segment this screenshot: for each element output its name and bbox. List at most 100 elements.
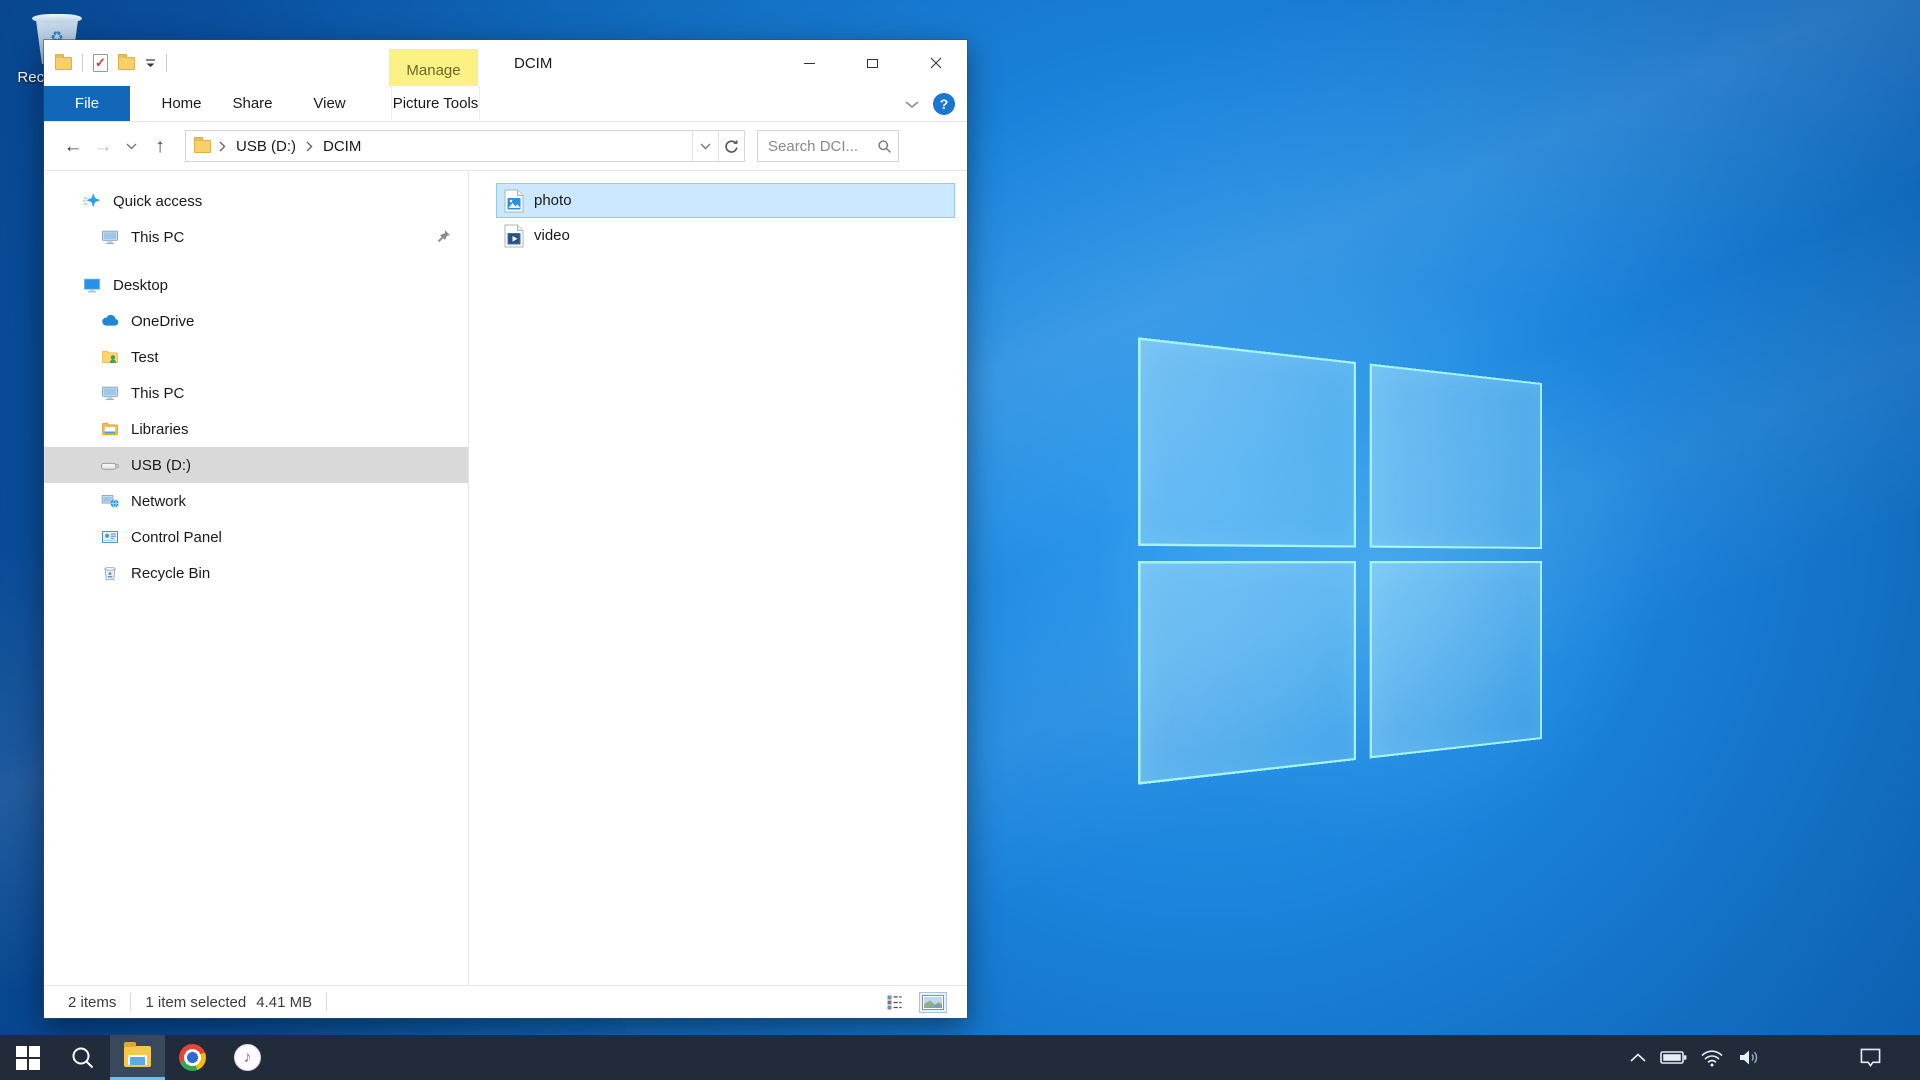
action-center-icon[interactable]	[1859, 1047, 1882, 1068]
sidebar-item-desktop[interactable]: Desktop	[44, 267, 468, 303]
tab-file[interactable]: File	[44, 86, 130, 121]
item-count: 2 items	[68, 994, 116, 1011]
recent-locations-chevron-icon[interactable]	[126, 143, 137, 150]
taskbar-file-explorer-button[interactable]	[110, 1035, 165, 1080]
file-list: photo video	[469, 171, 967, 985]
windows-logo-pane	[1370, 561, 1542, 758]
pin-icon	[435, 228, 452, 245]
volume-icon[interactable]	[1737, 1048, 1761, 1067]
sidebar-item-label: Network	[131, 493, 186, 510]
selection-size: 4.41 MB	[256, 994, 312, 1011]
back-button[interactable]: ←	[58, 137, 88, 156]
help-icon: ?	[940, 96, 949, 112]
sidebar-item-this-pc[interactable]: This PC	[44, 375, 468, 411]
close-button[interactable]	[904, 40, 967, 86]
divider	[82, 54, 83, 72]
customize-qat-caret-icon[interactable]	[145, 59, 156, 68]
help-button[interactable]: ?	[933, 93, 955, 115]
divider	[326, 993, 327, 1011]
sidebar-item-label: This PC	[131, 229, 184, 246]
battery-icon[interactable]	[1660, 1050, 1687, 1065]
user-folder-icon	[100, 347, 120, 367]
details-view-button[interactable]	[886, 994, 903, 1011]
search-input[interactable]	[768, 138, 877, 155]
explorer-window-icon	[55, 57, 72, 70]
address-bar[interactable]: USB (D:) DCIM	[185, 130, 745, 162]
start-button[interactable]	[0, 1035, 55, 1080]
sidebar-item-label: Desktop	[113, 277, 168, 294]
file-item-photo[interactable]: photo	[496, 183, 955, 218]
sidebar-group-gap	[44, 255, 468, 267]
taskbar-itunes-button[interactable]: ♪	[220, 1035, 275, 1080]
maximize-button[interactable]	[841, 40, 904, 86]
libraries-icon	[100, 419, 120, 439]
manage-contextual-tab-header[interactable]: Manage	[389, 49, 478, 86]
divider	[130, 993, 131, 1011]
breadcrumb: USB (D:) DCIM	[186, 131, 692, 161]
window-controls	[778, 40, 967, 86]
refresh-button[interactable]	[718, 131, 744, 161]
computer-icon	[100, 383, 120, 403]
sidebar-item-usb-drive[interactable]: USB (D:)	[44, 447, 468, 483]
sidebar-item-test-user[interactable]: Test	[44, 339, 468, 375]
check-icon: ✓	[95, 55, 106, 71]
desktop-icon	[82, 275, 102, 295]
window-title: DCIM	[514, 40, 552, 86]
search-box[interactable]	[757, 130, 899, 162]
windows-start-icon	[16, 1046, 40, 1070]
breadcrumb-chevron-icon[interactable]	[306, 141, 313, 152]
search-icon	[70, 1045, 96, 1071]
breadcrumb-segment-dcim[interactable]: DCIM	[321, 138, 363, 155]
sidebar-item-control-panel[interactable]: Control Panel	[44, 519, 468, 555]
sidebar-item-recycle-bin[interactable]: Recycle Bin	[44, 555, 468, 591]
minimize-button[interactable]	[778, 40, 841, 86]
sidebar-item-label: Control Panel	[131, 529, 222, 546]
navigation-pane: Quick access This PC Desktop OneDrive	[44, 171, 469, 985]
close-icon	[930, 57, 942, 69]
sidebar-item-quick-access[interactable]: Quick access	[44, 183, 468, 219]
control-panel-icon	[100, 527, 120, 547]
up-button[interactable]: ↑	[145, 137, 175, 156]
computer-icon	[100, 227, 120, 247]
onedrive-cloud-icon	[100, 311, 120, 331]
file-explorer-icon	[124, 1046, 151, 1067]
file-item-video[interactable]: video	[496, 218, 955, 253]
sidebar-item-onedrive[interactable]: OneDrive	[44, 303, 468, 339]
forward-button[interactable]: →	[88, 137, 118, 156]
thumbnail-view-icon	[922, 995, 944, 1010]
taskbar-chrome-button[interactable]	[165, 1035, 220, 1080]
sidebar-item-this-pc-pinned[interactable]: This PC	[44, 219, 468, 255]
system-tray	[1629, 1035, 1920, 1080]
file-name: video	[534, 227, 570, 244]
chrome-icon	[179, 1044, 206, 1071]
hidden-icons-chevron-icon[interactable]	[1629, 1052, 1647, 1063]
breadcrumb-chevron-icon[interactable]	[219, 141, 226, 152]
tab-view[interactable]: View	[296, 86, 363, 121]
wifi-icon[interactable]	[1700, 1048, 1724, 1067]
tab-home[interactable]: Home	[148, 86, 215, 121]
sidebar-item-libraries[interactable]: Libraries	[44, 411, 468, 447]
title-bar: ✓ Manage DCIM	[44, 40, 967, 86]
properties-button[interactable]: ✓	[93, 54, 108, 72]
windows-logo-pane	[1370, 363, 1542, 549]
tab-picture-tools[interactable]: Picture Tools	[391, 86, 480, 121]
chevron-down-icon	[700, 143, 711, 150]
expand-ribbon-chevron-icon[interactable]	[905, 100, 919, 109]
sidebar-item-network[interactable]: Network	[44, 483, 468, 519]
breadcrumb-segment-usb[interactable]: USB (D:)	[234, 138, 298, 155]
quick-access-toolbar: ✓	[44, 54, 167, 72]
refresh-icon	[723, 138, 740, 155]
large-icons-view-button[interactable]	[919, 992, 947, 1013]
tab-share[interactable]: Share	[219, 86, 286, 121]
explorer-main: Quick access This PC Desktop OneDrive	[44, 171, 967, 985]
selection-count: 1 item selected	[145, 994, 246, 1011]
address-dropdown-button[interactable]	[692, 131, 718, 161]
sidebar-item-label: Recycle Bin	[131, 565, 210, 582]
taskbar-search-button[interactable]	[55, 1035, 110, 1080]
search-icon[interactable]	[877, 138, 892, 155]
windows-logo-pane	[1138, 337, 1356, 548]
itunes-icon: ♪	[234, 1044, 261, 1071]
sidebar-item-label: Quick access	[113, 193, 202, 210]
quick-access-star-icon	[82, 191, 102, 211]
new-folder-button[interactable]	[118, 57, 135, 70]
